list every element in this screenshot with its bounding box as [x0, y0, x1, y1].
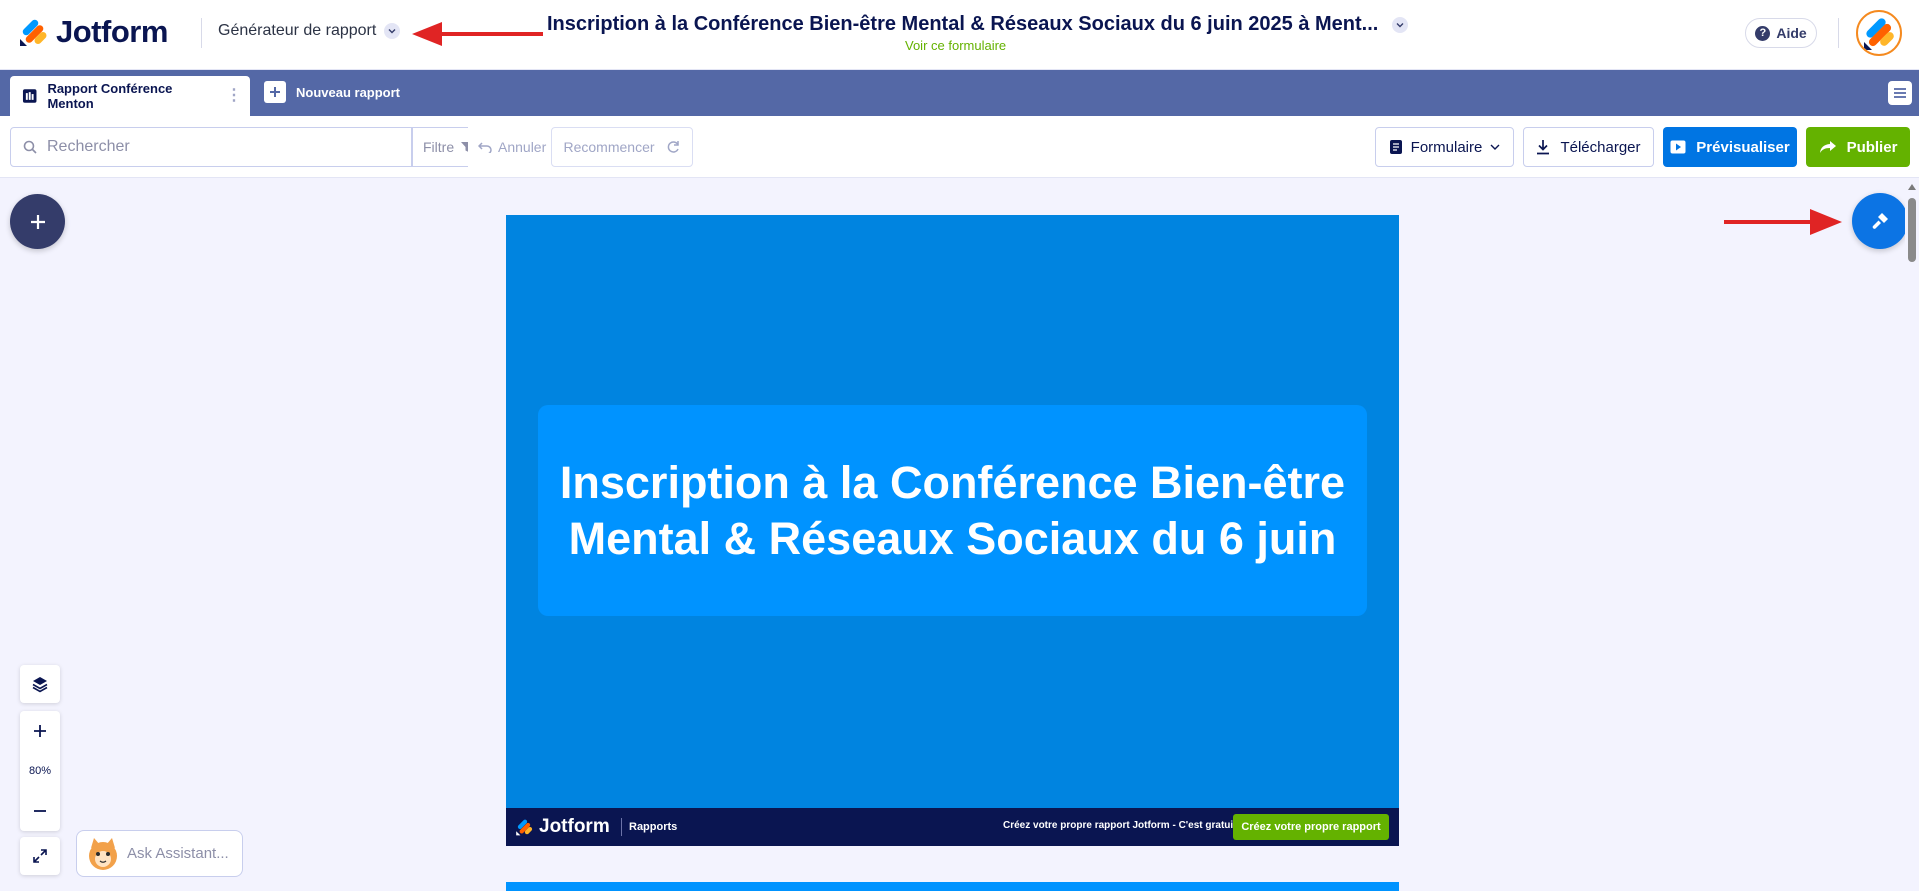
- form-title-dropdown[interactable]: Inscription à la Conférence Bien-être Me…: [547, 13, 1409, 36]
- tab-rapport-conference-menton[interactable]: Rapport Conférence Menton ⋮: [10, 76, 250, 116]
- undo-icon: [478, 142, 492, 153]
- help-button[interactable]: ? Aide: [1745, 18, 1817, 48]
- download-button[interactable]: Télécharger: [1523, 127, 1654, 167]
- report-designer-button[interactable]: [1852, 193, 1908, 249]
- form-dropdown-button[interactable]: Formulaire: [1375, 127, 1514, 167]
- fullscreen-button[interactable]: [20, 837, 60, 875]
- hamburger-icon: [1894, 88, 1906, 98]
- report-icon: [22, 89, 37, 103]
- create-report-cta[interactable]: Créez votre propre rapport: [1233, 814, 1389, 840]
- question-icon: ?: [1755, 25, 1771, 41]
- zoom-in-button[interactable]: [33, 724, 47, 738]
- report-tabs-bar: Rapport Conférence Menton ⋮ Nouveau rapp…: [0, 70, 1919, 116]
- ask-assistant-button[interactable]: Ask Assistant...: [76, 830, 243, 877]
- share-arrow-icon: [1819, 141, 1836, 153]
- avatar-logo-icon: [1864, 18, 1894, 50]
- new-report-button[interactable]: Nouveau rapport: [264, 81, 400, 103]
- help-label: Aide: [1776, 25, 1807, 41]
- view-form-link[interactable]: Voir ce formulaire: [905, 38, 1006, 53]
- form-label: Formulaire: [1410, 138, 1483, 156]
- chevron-down-icon: [384, 23, 401, 39]
- header-divider: [1838, 18, 1839, 48]
- download-label: Télécharger: [1560, 138, 1641, 156]
- assistant-label: Ask Assistant...: [127, 845, 229, 862]
- plus-icon: [264, 81, 286, 103]
- scrollbar-thumb[interactable]: [1908, 198, 1916, 262]
- play-icon: [1670, 140, 1686, 154]
- annotation-arrow-right: [1724, 209, 1842, 235]
- scrollbar[interactable]: [1905, 180, 1919, 891]
- download-icon: [1537, 140, 1550, 155]
- annotation-arrow-left: [412, 22, 543, 46]
- search-input[interactable]: [47, 138, 387, 156]
- undo-button[interactable]: Annuler: [468, 127, 557, 167]
- reset-button[interactable]: Recommencer: [551, 127, 693, 167]
- plus-icon: [30, 214, 45, 229]
- jotform-logo-icon: [516, 819, 533, 836]
- report-footer: Jotform Rapports Créez votre propre rapp…: [506, 808, 1399, 846]
- layers-button[interactable]: [20, 665, 60, 703]
- form-title: Inscription à la Conférence Bien-être Me…: [547, 13, 1379, 35]
- chevron-down-icon: [1392, 16, 1409, 33]
- header-divider: [201, 18, 202, 48]
- footer-logo: Jotform: [515, 816, 610, 838]
- publish-label: Publier: [1846, 138, 1898, 156]
- new-report-label: Nouveau rapport: [296, 84, 401, 100]
- assistant-avatar-icon: [89, 837, 117, 870]
- preview-label: Prévisualiser: [1696, 138, 1790, 156]
- footer-promo-text: Créez votre propre rapport Jotform - C'e…: [1003, 820, 1237, 831]
- zoom-level: 80%: [28, 764, 52, 777]
- builder-switch-label: Générateur de rapport: [218, 22, 377, 39]
- add-element-button[interactable]: [10, 194, 65, 249]
- top-header: Jotform Générateur de rapport Inscriptio…: [0, 0, 1919, 70]
- logo-text: Jotform: [56, 14, 168, 49]
- report-title-box[interactable]: Inscription à la Conférence Bien-être Me…: [538, 405, 1367, 616]
- search-box: [10, 127, 412, 167]
- search-icon: [23, 140, 37, 154]
- plus-icon: [34, 725, 46, 738]
- footer-section-label: Rapports: [629, 821, 678, 833]
- report-page-next[interactable]: [506, 882, 1399, 891]
- menu-button[interactable]: [1888, 81, 1912, 105]
- preview-button[interactable]: Prévisualiser: [1663, 127, 1797, 167]
- report-page[interactable]: Inscription à la Conférence Bien-être Me…: [506, 215, 1399, 846]
- zoom-controls: 80%: [20, 711, 60, 831]
- zoom-panel: 80%: [20, 665, 60, 875]
- zoom-out-button[interactable]: [33, 804, 47, 818]
- jotform-logo[interactable]: Jotform: [18, 14, 168, 50]
- chevron-down-icon: [1490, 144, 1500, 150]
- expand-icon: [33, 849, 47, 863]
- footer-divider: [621, 818, 622, 836]
- publish-button[interactable]: Publier: [1806, 127, 1910, 167]
- tab-options-icon[interactable]: ⋮: [226, 88, 242, 104]
- redo-icon: [667, 141, 679, 153]
- layers-icon: [32, 677, 48, 693]
- form-icon: [1389, 140, 1402, 154]
- toolbar: Filtre Annuler Recommencer Formulaire Té…: [0, 116, 1919, 178]
- scroll-up-arrow[interactable]: [1908, 184, 1916, 190]
- undo-label: Annuler: [498, 139, 547, 155]
- jotform-logo-icon: [20, 19, 47, 46]
- tab-label: Rapport Conférence Menton: [47, 81, 173, 111]
- footer-logo-text: Jotform: [539, 816, 610, 837]
- reset-label: Recommencer: [563, 139, 655, 155]
- report-title: Inscription à la Conférence Bien-être Me…: [559, 456, 1346, 564]
- avatar[interactable]: [1856, 10, 1902, 56]
- paint-roller-icon: [1872, 213, 1888, 229]
- builder-switch-dropdown[interactable]: Générateur de rapport: [218, 22, 401, 40]
- filter-label: Filtre: [423, 139, 455, 155]
- minus-icon: [34, 809, 46, 812]
